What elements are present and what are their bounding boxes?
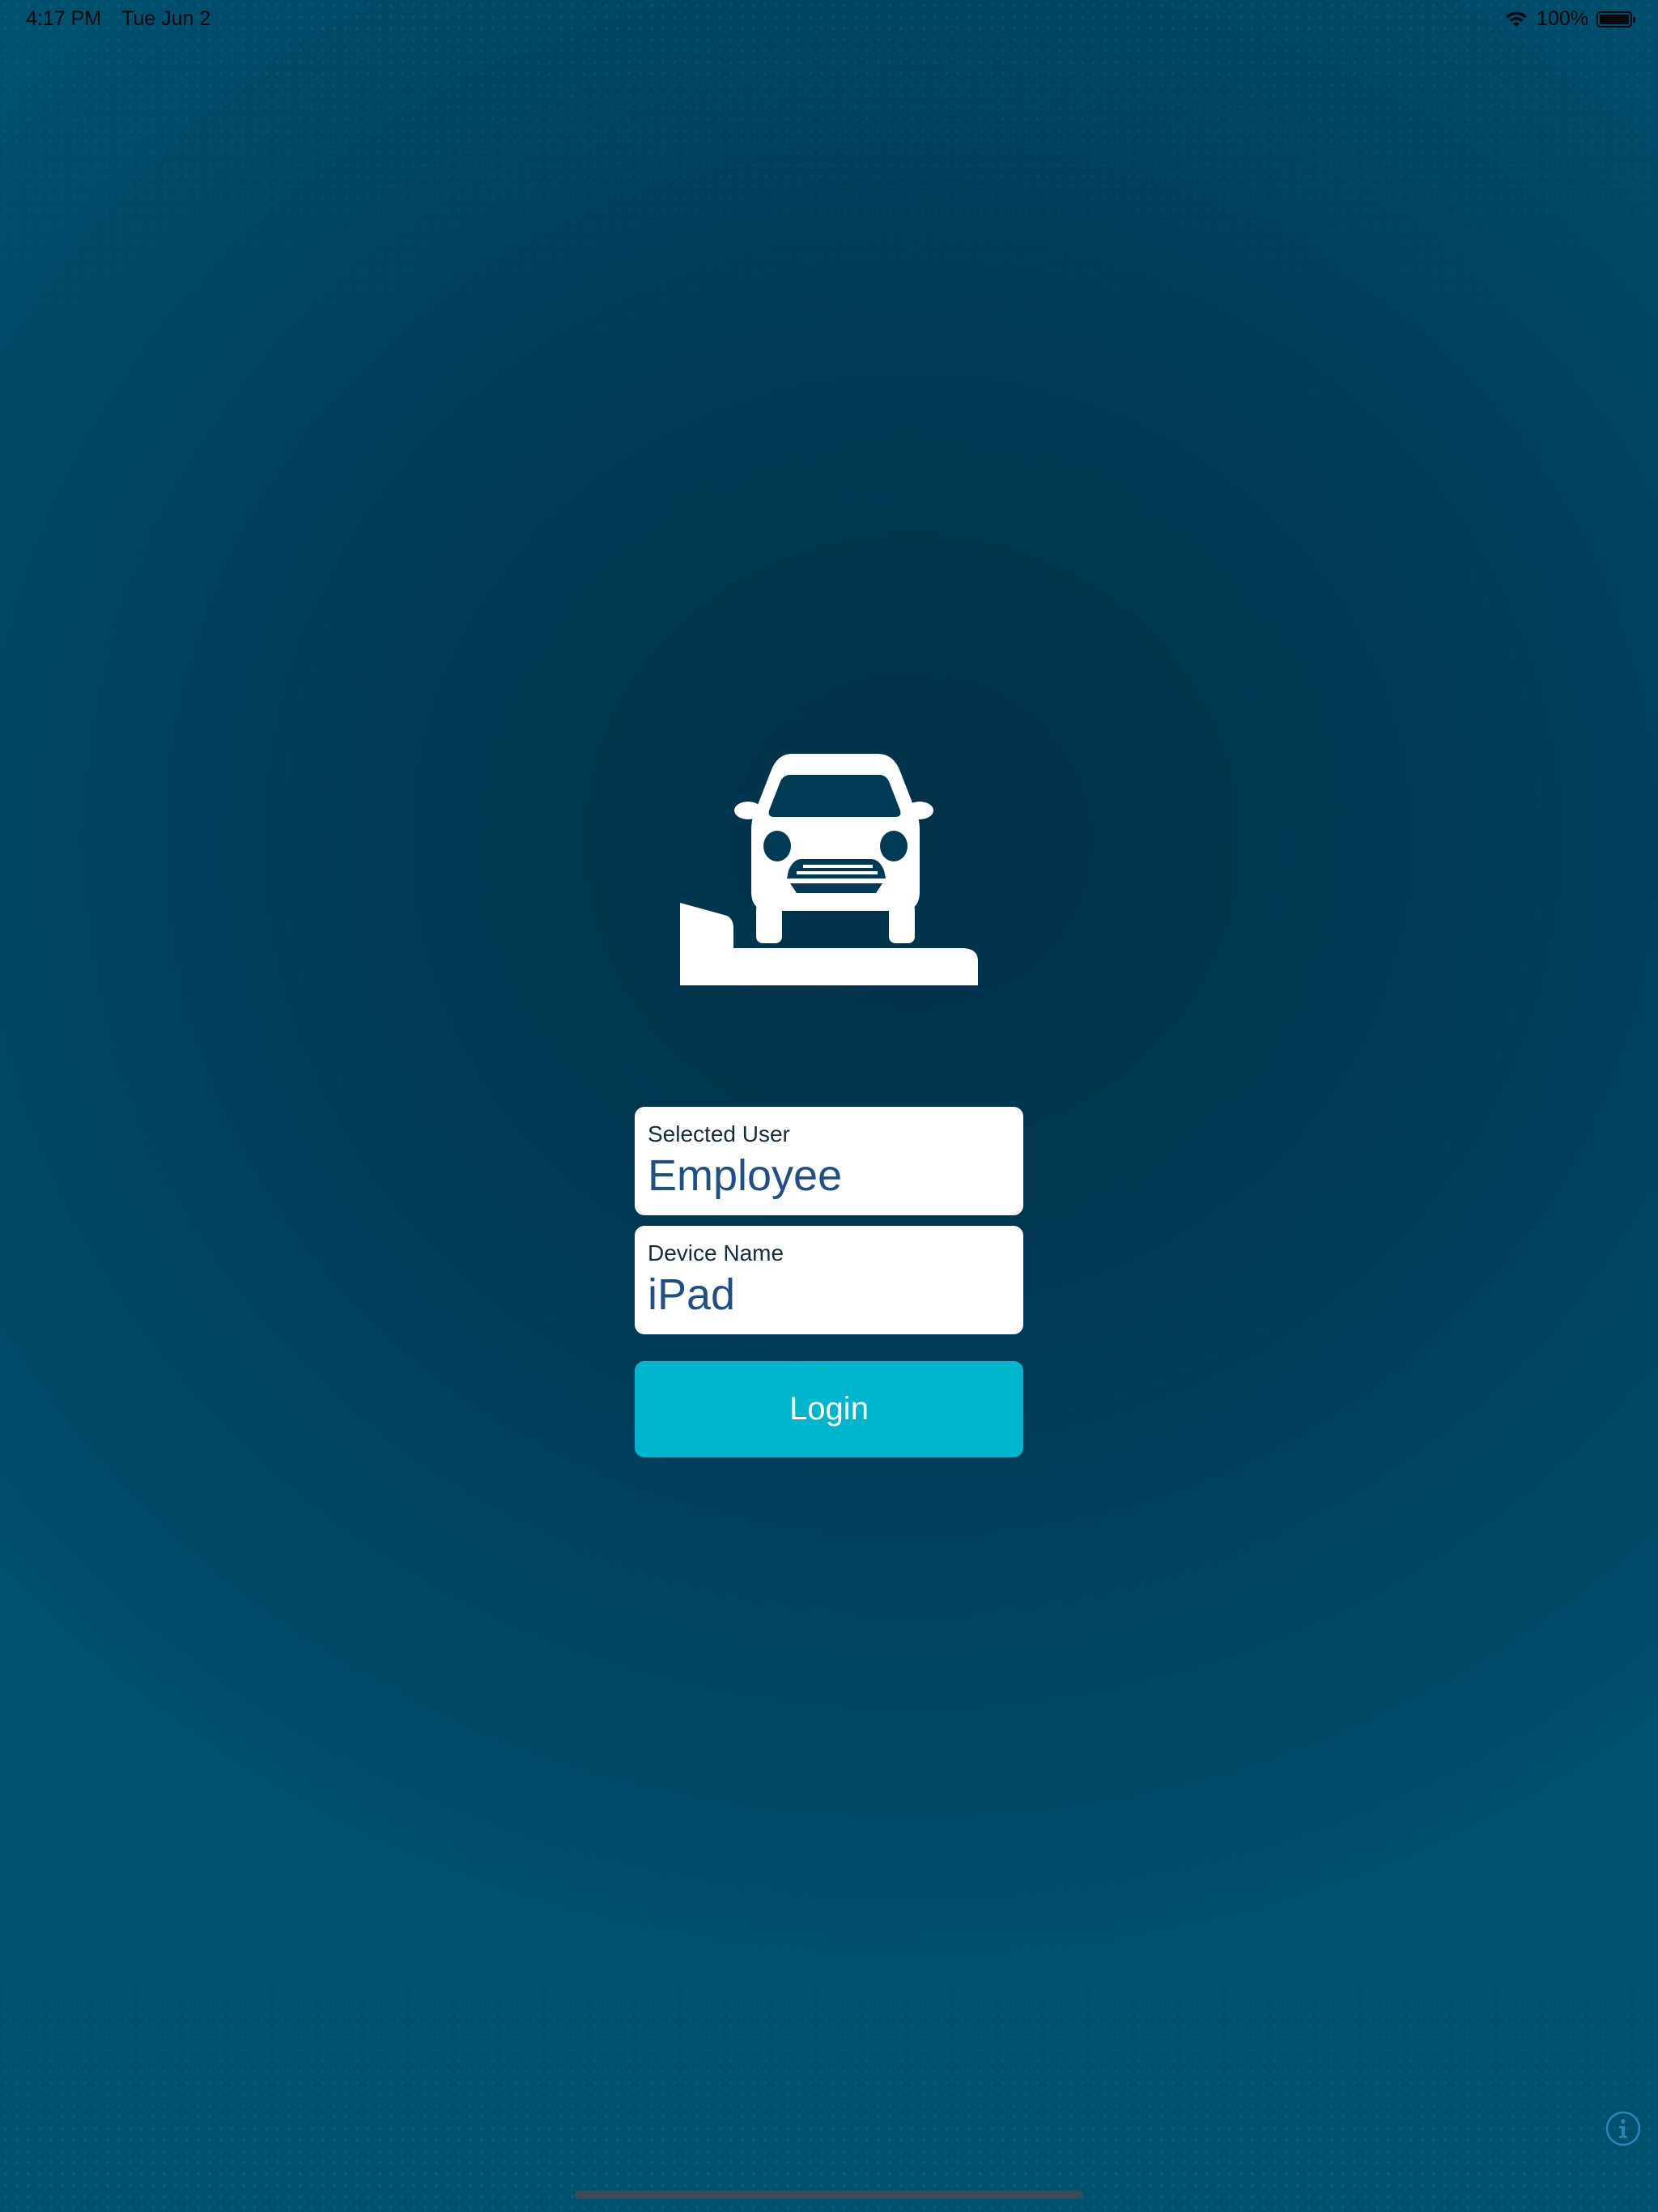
login-button[interactable]: Login (635, 1361, 1023, 1457)
device-name-field[interactable]: Device Name iPad (635, 1226, 1023, 1334)
wifi-icon (1504, 11, 1528, 28)
status-date: Tue Jun 2 (121, 7, 211, 30)
status-time-date: 4:17 PM Tue Jun 2 (26, 7, 210, 31)
background-texture-bottom (0, 1862, 1658, 2212)
battery-level (1600, 14, 1629, 24)
selected-user-value: Employee (648, 1151, 843, 1200)
status-time: 4:17 PM (26, 7, 102, 30)
home-indicator[interactable] (575, 2191, 1083, 2199)
status-indicators: 100% (1504, 7, 1635, 31)
device-name-value: iPad (648, 1270, 736, 1319)
selected-user-field[interactable]: Selected User Employee (635, 1107, 1023, 1215)
battery-percent: 100% (1537, 7, 1588, 30)
status-bar: 4:17 PM Tue Jun 2 100% (0, 0, 1658, 39)
selected-user-label: Selected User (648, 1121, 790, 1146)
car-on-ramp-icon (677, 749, 981, 988)
device-name-label: Device Name (648, 1240, 784, 1266)
background-texture-top (0, 0, 1658, 340)
info-icon[interactable] (1605, 2110, 1642, 2147)
battery-icon (1596, 11, 1635, 28)
